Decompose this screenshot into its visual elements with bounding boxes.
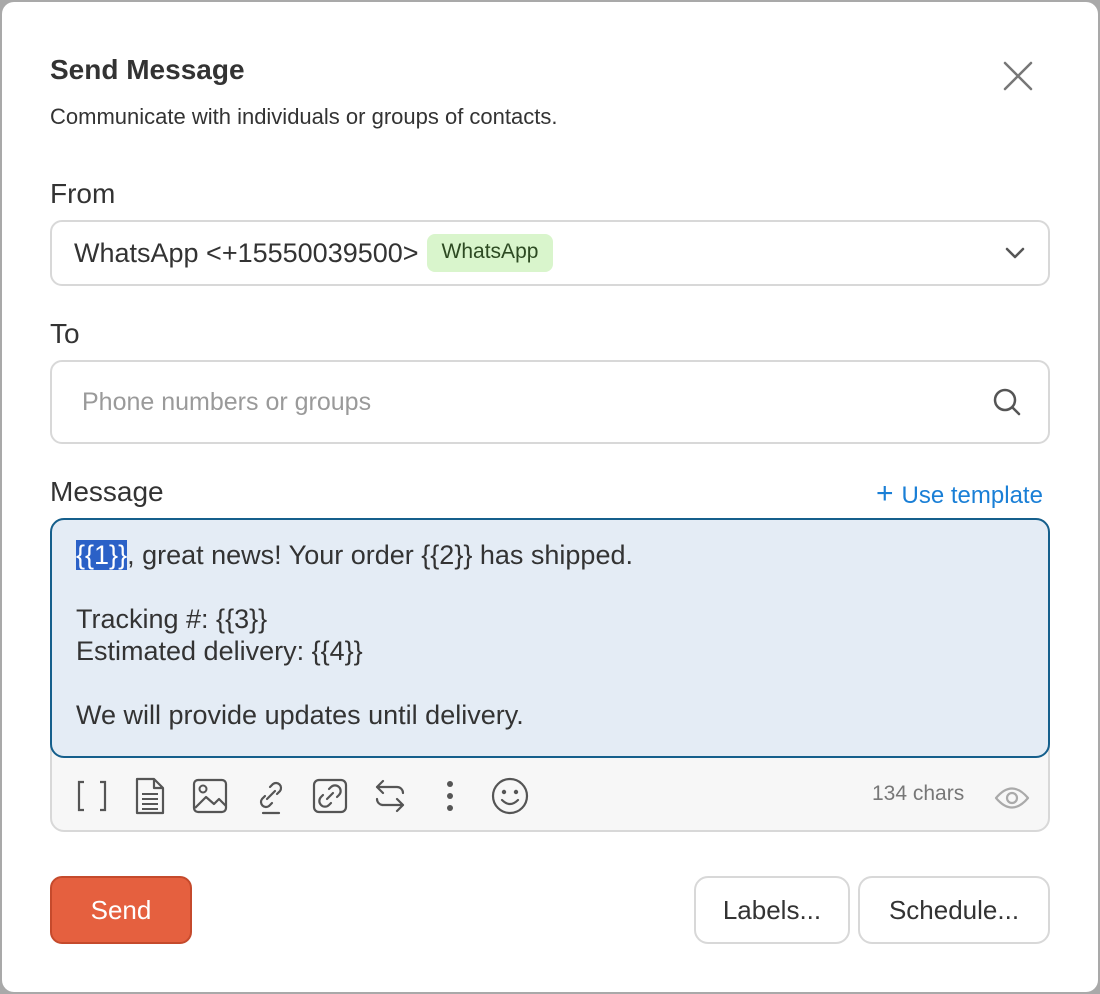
- dialog-title: Send Message: [50, 54, 245, 85]
- message-line: Estimated delivery: {{4}}: [76, 636, 363, 666]
- search-icon[interactable]: [992, 387, 1022, 417]
- swap-icon: [375, 779, 405, 813]
- link-icon: [259, 781, 283, 815]
- plus-icon: +: [876, 477, 894, 510]
- insert-link-button[interactable]: [248, 774, 292, 818]
- emoji-button[interactable]: [488, 774, 532, 818]
- from-label: From: [50, 178, 116, 209]
- use-template-link[interactable]: + Use template: [876, 477, 1043, 510]
- dialog-subtitle: Communicate with individuals or groups o…: [50, 104, 558, 129]
- brackets-icon: [77, 780, 107, 812]
- from-value: WhatsApp <+15550039500>: [74, 237, 419, 268]
- insert-variable-button[interactable]: [70, 774, 114, 818]
- more-options-button[interactable]: [428, 774, 472, 818]
- schedule-button[interactable]: Schedule...: [858, 876, 1050, 944]
- message-line: We will provide updates until delivery.: [76, 700, 524, 730]
- eye-icon: [994, 787, 1030, 809]
- message-composer: {{1}}, great news! Your order {{2}} has …: [50, 518, 1050, 832]
- close-button[interactable]: [996, 54, 1040, 98]
- channel-badge: WhatsApp: [426, 234, 554, 272]
- from-select[interactable]: WhatsApp <+15550039500> WhatsApp: [50, 220, 1050, 286]
- message-editor[interactable]: {{1}}, great news! Your order {{2}} has …: [50, 518, 1050, 758]
- message-line: Tracking #: {{3}}: [76, 604, 268, 634]
- more-vertical-icon: [447, 781, 453, 811]
- preview-button[interactable]: [990, 776, 1034, 820]
- document-icon: [135, 777, 165, 815]
- link-box-icon: [312, 778, 348, 814]
- to-field: [50, 360, 1050, 444]
- attach-document-button[interactable]: [128, 774, 172, 818]
- character-count: 134 chars: [872, 782, 965, 805]
- message-label: Message: [50, 476, 164, 507]
- labels-button[interactable]: Labels...: [694, 876, 850, 944]
- attach-image-button[interactable]: [188, 774, 232, 818]
- image-icon: [192, 778, 228, 814]
- message-line-text: , great news! Your order {{2}} has shipp…: [127, 540, 633, 570]
- close-icon: [1003, 61, 1033, 91]
- swap-button[interactable]: [368, 774, 412, 818]
- message-line: {{1}}, great news! Your order {{2}} has …: [76, 539, 1024, 571]
- emoji-icon: [491, 777, 529, 815]
- use-template-label: Use template: [901, 482, 1043, 509]
- chevron-down-icon: [1005, 247, 1025, 259]
- insert-short-link-button[interactable]: [308, 774, 352, 818]
- selected-placeholder: {{1}}: [76, 540, 128, 570]
- send-message-dialog: Send Message Communicate with individual…: [2, 2, 1098, 992]
- send-button[interactable]: Send: [50, 876, 192, 944]
- recipients-input[interactable]: [82, 382, 962, 422]
- to-label: To: [50, 318, 80, 349]
